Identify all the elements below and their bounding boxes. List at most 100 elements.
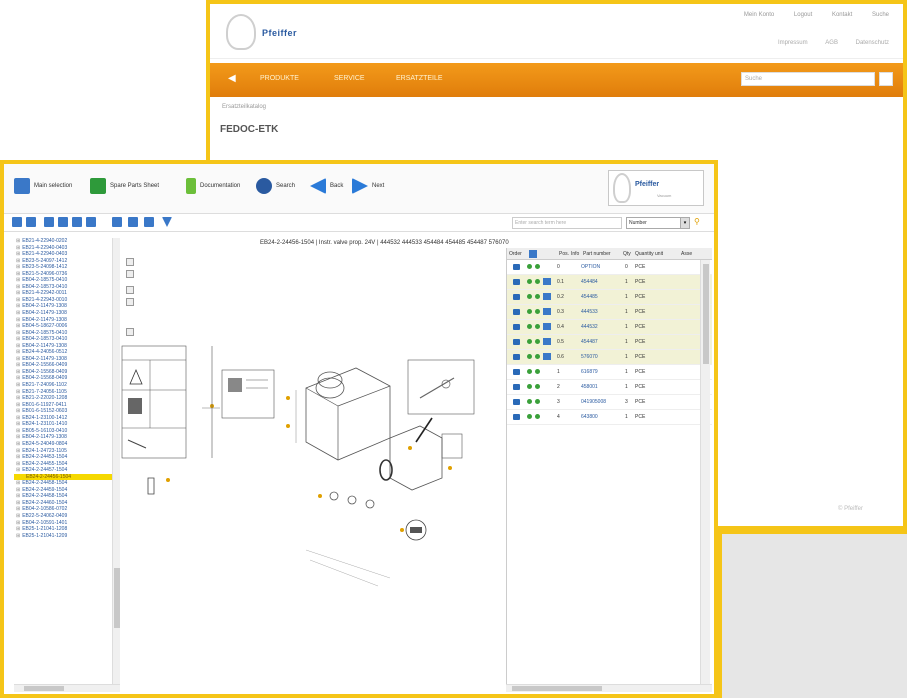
cart-icon[interactable]: [513, 264, 520, 270]
grid-view-icon[interactable]: [72, 217, 82, 227]
expand-node-icon[interactable]: ⊞: [16, 317, 20, 323]
table-row[interactable]: 0.3 444533 1 PCE: [507, 305, 712, 320]
secondary-link[interactable]: Datenschutz: [856, 40, 889, 46]
print-icon[interactable]: [112, 217, 122, 227]
expand-node-icon[interactable]: ⊞: [16, 343, 20, 349]
tree-view-icon[interactable]: [44, 217, 54, 227]
documentation-button[interactable]: Documentation: [186, 178, 240, 194]
expand-node-icon[interactable]: ⊞: [16, 330, 20, 336]
part-number-cell[interactable]: 576070: [581, 354, 598, 360]
table-row[interactable]: 3 041905008 3 PCE: [507, 395, 712, 410]
main-selection-button[interactable]: Main selection: [14, 178, 72, 194]
expand-node-icon[interactable]: ⊞: [16, 487, 20, 493]
site-search-button[interactable]: [879, 72, 893, 86]
expand-node-icon[interactable]: ⊞: [16, 310, 20, 316]
back-button[interactable]: Back: [310, 178, 343, 194]
tree-item[interactable]: ⊞ EB25-1-21041-1209: [14, 533, 119, 540]
expand-node-icon[interactable]: ⊞: [16, 402, 20, 408]
expand-node-icon[interactable]: ⊞: [16, 238, 20, 244]
cart-icon[interactable]: [513, 369, 520, 375]
scroll-thumb[interactable]: [24, 686, 64, 691]
cart-icon[interactable]: [513, 339, 520, 345]
expand-node-icon[interactable]: ⊞: [16, 277, 20, 283]
cart-header-icon[interactable]: [529, 250, 537, 258]
expand-node-icon[interactable]: ⊞: [16, 362, 20, 368]
table-row[interactable]: 0.4 444532 1 PCE: [507, 320, 712, 335]
home-icon[interactable]: ◀: [228, 73, 236, 84]
expand-node-icon[interactable]: ⊞: [16, 323, 20, 329]
parts-hscrollbar[interactable]: [506, 684, 712, 692]
cart-icon[interactable]: [513, 324, 520, 330]
expand-node-icon[interactable]: ⊞: [16, 520, 20, 526]
info-icon[interactable]: [535, 324, 540, 329]
top-link[interactable]: Logout: [794, 12, 812, 18]
help-icon[interactable]: [128, 217, 138, 227]
expand-node-icon[interactable]: ⊞: [16, 467, 20, 473]
nav-item-service[interactable]: SERVICE: [334, 75, 365, 82]
top-link[interactable]: Mein Konto: [744, 12, 774, 18]
info-icon[interactable]: [535, 399, 540, 404]
expand-node-icon[interactable]: ⊞: [16, 336, 20, 342]
cart-icon[interactable]: [513, 309, 520, 315]
table-row[interactable]: 4 643800 1 PCE: [507, 410, 712, 425]
cart-icon[interactable]: [513, 354, 520, 360]
table-row[interactable]: 2 458001 1 PCE: [507, 380, 712, 395]
document-icon[interactable]: [543, 293, 551, 300]
expand-node-icon[interactable]: ⊞: [16, 349, 20, 355]
part-number-cell[interactable]: 444533: [581, 309, 598, 315]
part-number-cell[interactable]: 454485: [581, 294, 598, 300]
expand-node-icon[interactable]: ⊞: [16, 258, 20, 264]
document-icon[interactable]: [543, 278, 551, 285]
expand-node-icon[interactable]: ⊞: [16, 480, 20, 486]
search-button[interactable]: Search: [256, 178, 295, 194]
top-link[interactable]: Kontakt: [832, 12, 852, 18]
tree-scrollbar[interactable]: [112, 238, 120, 684]
expand-node-icon[interactable]: ⊞: [16, 297, 20, 303]
scroll-thumb[interactable]: [512, 686, 602, 691]
expand-node-icon[interactable]: ⊞: [16, 264, 20, 270]
table-row[interactable]: 0.2 454485 1 PCE: [507, 290, 712, 305]
top-link[interactable]: Suche: [872, 12, 889, 18]
expand-node-icon[interactable]: ⊞: [16, 506, 20, 512]
info-icon[interactable]: [535, 369, 540, 374]
expand-node-icon[interactable]: ⊞: [16, 408, 20, 414]
column-header[interactable]: Pos.: [559, 251, 569, 257]
info-icon[interactable]: [535, 294, 540, 299]
document-icon[interactable]: [543, 353, 551, 360]
search-go-icon[interactable]: ⚲: [694, 217, 704, 229]
info-icon[interactable]: [535, 414, 540, 419]
parts-scrollbar[interactable]: [700, 260, 710, 684]
expand-node-icon[interactable]: ⊞: [16, 395, 20, 401]
info-icon[interactable]: [144, 217, 154, 227]
column-header[interactable]: Order: [509, 251, 522, 257]
info-icon[interactable]: [535, 264, 540, 269]
nav-item-spare-parts[interactable]: ERSATZTEILE: [396, 75, 443, 82]
part-number-cell[interactable]: 454484: [581, 279, 598, 285]
expand-node-icon[interactable]: ⊞: [16, 415, 20, 421]
info-icon[interactable]: [535, 354, 540, 359]
secondary-link[interactable]: Impressum: [778, 40, 808, 46]
tree-hscrollbar[interactable]: [14, 684, 120, 692]
expand-node-icon[interactable]: ⊞: [16, 526, 20, 532]
column-header[interactable]: Quantity unit: [635, 251, 663, 257]
info-icon[interactable]: [535, 309, 540, 314]
cart-icon[interactable]: [513, 399, 520, 405]
expand-node-icon[interactable]: ⊞: [16, 245, 20, 251]
breadcrumb[interactable]: Ersatzteilkatalog: [222, 104, 266, 110]
column-header[interactable]: Info: [571, 251, 579, 257]
expand-node-icon[interactable]: ⊞: [16, 461, 20, 467]
part-number-cell[interactable]: 616879: [581, 369, 598, 375]
secondary-link[interactable]: AGB: [825, 40, 838, 46]
part-number-cell[interactable]: 444532: [581, 324, 598, 330]
expand-node-icon[interactable]: ⊞: [16, 369, 20, 375]
expand-node-icon[interactable]: ⊞: [16, 271, 20, 277]
expand-node-icon[interactable]: ⊞: [16, 375, 20, 381]
info-icon[interactable]: [535, 339, 540, 344]
catalog-tree[interactable]: ⊞ EB21-4-22940-0202 ⊞ EB21-4-22940-0403 ⊞ EB2…: [14, 238, 120, 684]
expand-node-icon[interactable]: ⊞: [16, 513, 20, 519]
expand-node-icon[interactable]: ⊞: [16, 284, 20, 290]
document-icon[interactable]: [543, 323, 551, 330]
export-icon[interactable]: [86, 217, 96, 227]
cart-icon[interactable]: [513, 294, 520, 300]
filter-icon[interactable]: [162, 217, 172, 227]
